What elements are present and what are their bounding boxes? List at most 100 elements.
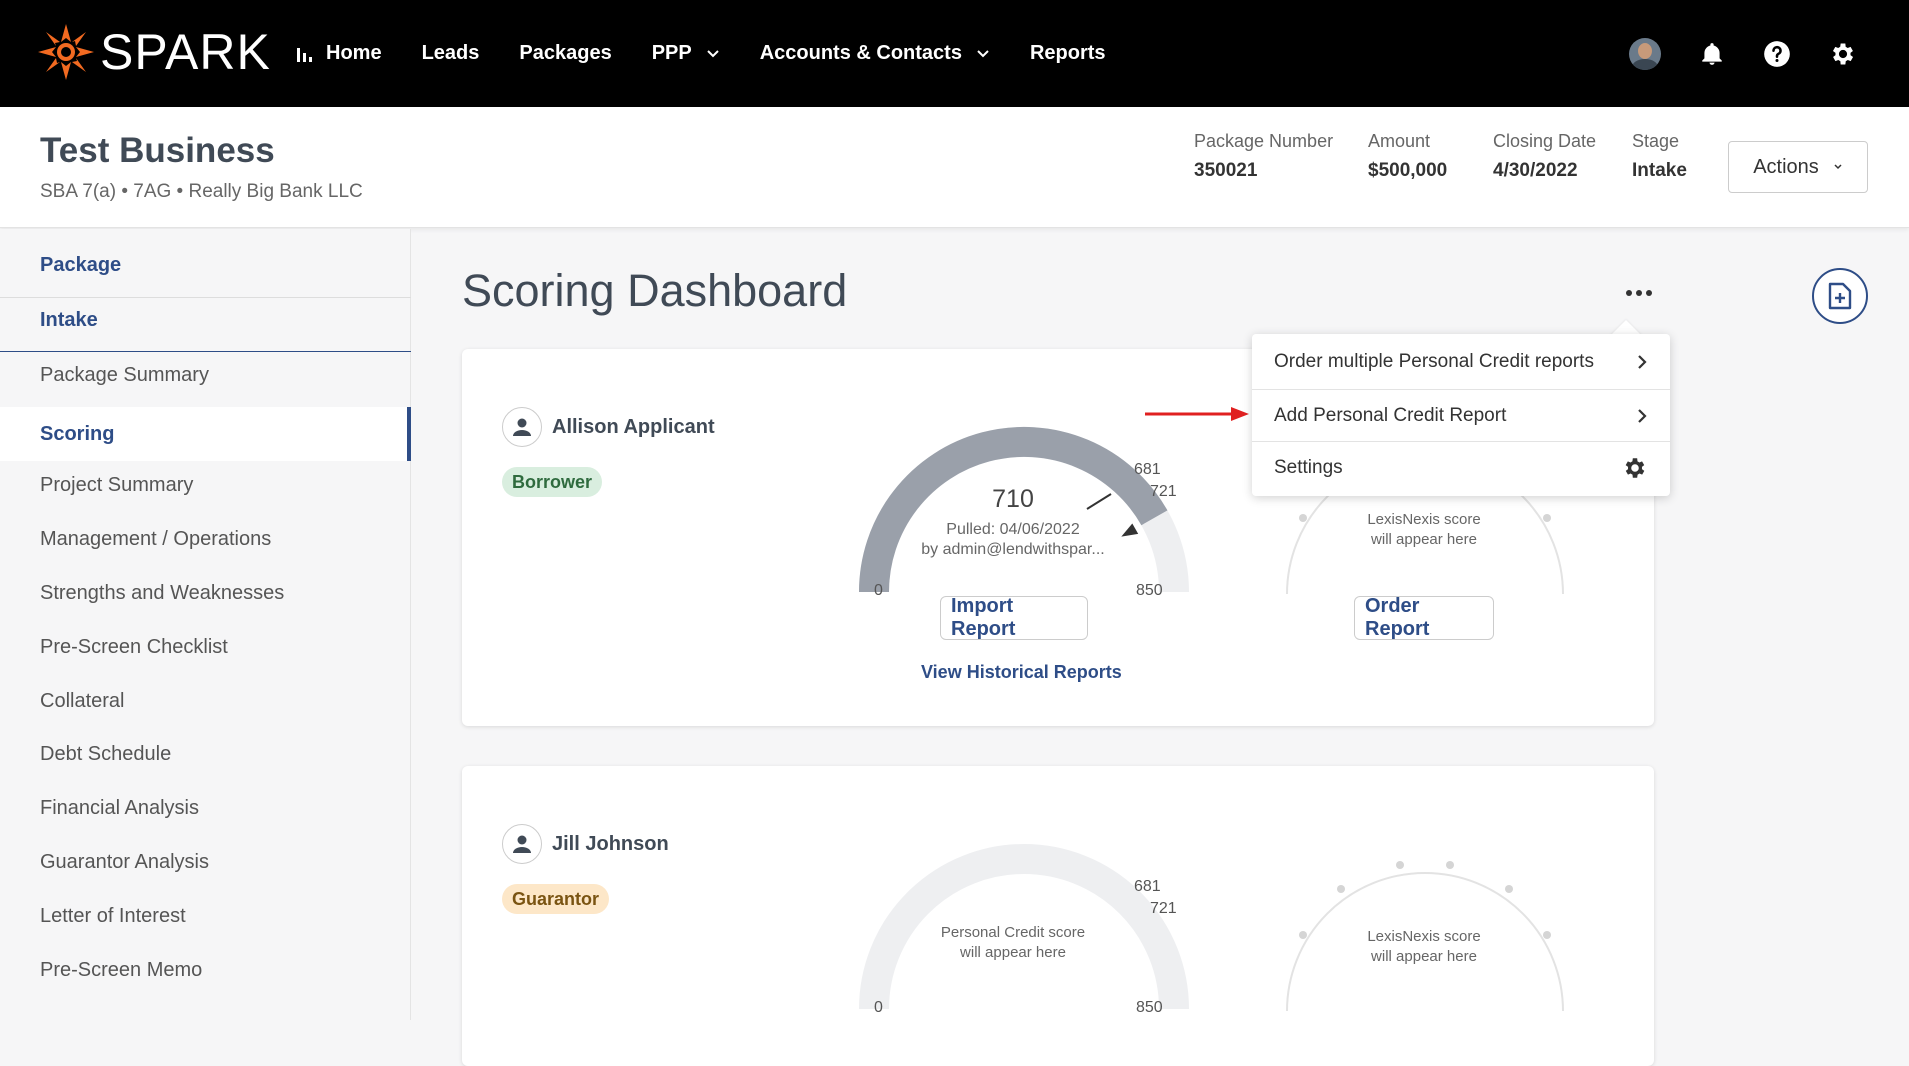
role-badge-borrower: Borrower <box>502 467 603 497</box>
menu-item-label: Settings <box>1274 457 1343 478</box>
business-subtitle: SBA 7(a) • 7AG • Really Big Bank LLC <box>40 181 363 202</box>
credit-pulled-by: by admin@lendwithspar... <box>921 541 1105 558</box>
meta-package-number: Package Number 350021 <box>1194 131 1333 182</box>
lexis-gauge-dot <box>1396 861 1404 869</box>
options-menu: Order multiple Personal Credit reports A… <box>1252 334 1670 496</box>
sidebar-item-package-summary[interactable]: Package Summary <box>0 348 411 402</box>
chevron-right-icon <box>1638 355 1647 369</box>
person-name: Jill Johnson <box>552 832 669 855</box>
lexis-placeholder-line1: LexisNexis score <box>1367 928 1481 945</box>
meta-label: Stage <box>1632 131 1680 151</box>
menu-item-settings[interactable]: Settings <box>1252 442 1670 494</box>
menu-item-add-personal-credit[interactable]: Add Personal Credit Report <box>1252 390 1670 442</box>
gauge-min-label: 0 <box>874 582 883 599</box>
top-navigation-bar: SPARK Home Leads Packages PPP Accounts &… <box>0 0 1909 107</box>
role-badge-guarantor: Guarantor <box>502 884 610 914</box>
nav-reports-label: Reports <box>1029 42 1106 64</box>
gear-icon[interactable] <box>1829 40 1857 68</box>
page-title: Scoring Dashboard <box>462 265 848 316</box>
meta-label: Package Number <box>1194 131 1334 151</box>
meta-label: Closing Date <box>1493 131 1597 151</box>
business-title: Test Business <box>40 131 275 170</box>
sidebar-item-pre-screen-checklist[interactable]: Pre-Screen Checklist <box>0 620 411 674</box>
score-card-jill: Jill Johnson Guarantor Personal Credit s… <box>462 766 1654 1066</box>
nav-leads[interactable]: Leads <box>422 42 480 65</box>
meta-value: $500,000 <box>1368 160 1448 181</box>
sidebar-item-project-summary[interactable]: Project Summary <box>0 458 411 512</box>
meta-stage: Stage Intake <box>1632 131 1687 182</box>
gauge-fill <box>859 426 1168 593</box>
lexis-placeholder-line2: will appear here <box>1371 948 1477 965</box>
import-report-button[interactable]: Import Report <box>940 595 1088 640</box>
gauge-track <box>859 427 1189 593</box>
credit-score-value: 710 <box>992 485 1034 513</box>
dot <box>1636 290 1642 296</box>
nav-home-label: Home <box>326 42 382 64</box>
gauge-max-label: 850 <box>1136 582 1163 599</box>
gauge-marker-a: 681 <box>1134 461 1161 478</box>
order-report-button[interactable]: Order Report <box>1354 595 1494 640</box>
credit-placeholder-line1: Personal Credit score <box>940 924 1086 941</box>
gauge-marker-a: 681 <box>1134 878 1161 895</box>
lexis-placeholder-line1: LexisNexis score <box>1367 511 1481 528</box>
nav-home[interactable]: Home <box>296 42 382 65</box>
bell-icon[interactable] <box>1699 41 1725 67</box>
package-header: Test Business SBA 7(a) • 7AG • Really Bi… <box>0 107 1909 228</box>
nav-packages[interactable]: Packages <box>519 42 611 65</box>
help-icon[interactable] <box>1763 40 1791 68</box>
sidebar-item-debt-schedule[interactable]: Debt Schedule <box>0 727 411 781</box>
sidebar-item-package[interactable]: Package <box>0 238 411 292</box>
sidebar-item-letter-of-interest[interactable]: Letter of Interest <box>0 889 411 943</box>
dot <box>1646 290 1652 296</box>
credit-pulled-date: Pulled: 04/06/2022 <box>946 521 1080 538</box>
sidebar-item-scoring[interactable]: Scoring <box>0 407 411 461</box>
meta-closing-date: Closing Date 4/30/2022 <box>1493 131 1596 182</box>
actions-button[interactable]: Actions <box>1728 141 1868 193</box>
sidebar-item-collateral[interactable]: Collateral <box>0 674 411 728</box>
sidebar-item-guarantor-analysis[interactable]: Guarantor Analysis <box>0 835 411 889</box>
actions-label: Actions <box>1753 155 1819 178</box>
menu-item-label: Add Personal Credit Report <box>1274 405 1507 426</box>
sidebar: Package Intake Package Summary Scoring P… <box>0 229 411 1020</box>
menu-item-order-multiple-credit[interactable]: Order multiple Personal Credit reports <box>1252 336 1670 388</box>
dot <box>1626 290 1632 296</box>
add-document-icon <box>1828 282 1852 310</box>
meta-amount: Amount $500,000 <box>1368 131 1447 182</box>
nav-accounts-contacts[interactable]: Accounts & Contacts <box>760 42 990 65</box>
nav-leads-label: Leads <box>421 42 480 64</box>
nav-icons <box>1629 0 1857 107</box>
bar-chart-icon <box>297 47 312 62</box>
gauge-marker-b: 721 <box>1150 900 1177 917</box>
main-nav: Home Leads Packages PPP Accounts & Conta… <box>296 0 1146 107</box>
sidebar-item-pre-screen-memo[interactable]: Pre-Screen Memo <box>0 943 411 997</box>
chevron-down-icon <box>1834 164 1842 170</box>
view-historical-reports-link[interactable]: View Historical Reports <box>921 662 1122 683</box>
meta-label: Amount <box>1368 131 1431 151</box>
person-icon <box>502 407 542 447</box>
meta-value: Intake <box>1632 160 1687 181</box>
nav-reports[interactable]: Reports <box>1030 42 1106 65</box>
sidebar-item-intake[interactable]: Intake <box>0 293 411 347</box>
chevron-right-icon <box>1638 409 1647 423</box>
spark-logo[interactable]: SPARK <box>38 20 271 84</box>
sidebar-item-strengths-weaknesses[interactable]: Strengths and Weaknesses <box>0 566 411 620</box>
nav-ppp-label: PPP <box>651 42 692 64</box>
person-icon <box>502 824 542 864</box>
more-options-button[interactable] <box>1624 280 1654 306</box>
user-avatar[interactable] <box>1629 37 1661 70</box>
lexis-gauge-dot <box>1446 861 1454 869</box>
menu-item-label: Order multiple Personal Credit reports <box>1274 351 1594 372</box>
add-document-button[interactable] <box>1812 268 1868 324</box>
chevron-down-icon <box>707 49 719 57</box>
person-header: Jill Johnson <box>502 824 669 864</box>
gear-icon <box>1625 458 1645 478</box>
lexis-gauge-dot <box>1505 885 1513 893</box>
meta-value: 350021 <box>1194 160 1258 181</box>
meta-value: 4/30/2022 <box>1493 160 1578 181</box>
sidebar-item-management-operations[interactable]: Management / Operations <box>0 512 411 566</box>
gauge-max-label: 850 <box>1136 999 1163 1016</box>
sidebar-item-financial-analysis[interactable]: Financial Analysis <box>0 781 411 835</box>
nav-ppp[interactable]: PPP <box>652 42 720 65</box>
logo-text: SPARK <box>100 24 271 80</box>
spark-star-icon <box>38 24 94 80</box>
